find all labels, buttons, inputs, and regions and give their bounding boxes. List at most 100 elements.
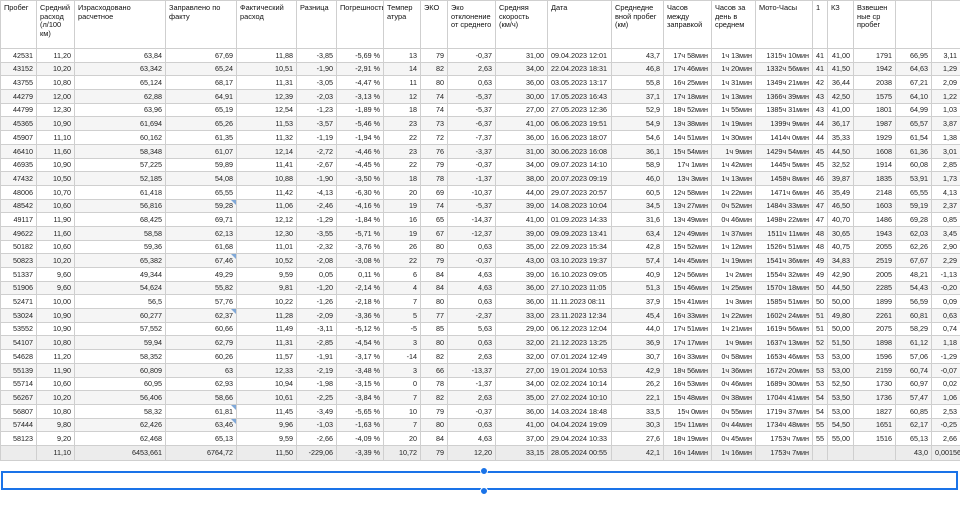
table-cell[interactable]: 06.06.2023 19:51 — [547, 116, 612, 132]
totals-cell-empty[interactable] — [0, 444, 37, 461]
table-cell[interactable]: 2,63 — [447, 61, 496, 77]
table-cell[interactable]: 1,06 — [931, 390, 960, 405]
table-cell[interactable]: 1689ч 30мин — [755, 376, 813, 392]
table-cell[interactable]: 36,00 — [495, 403, 548, 419]
column-header[interactable]: Пробег — [0, 0, 37, 49]
table-cell[interactable]: 1899 — [853, 294, 896, 310]
table-cell[interactable]: 55714 — [0, 376, 37, 392]
table-cell[interactable]: 10,90 — [36, 321, 75, 337]
table-cell[interactable]: -4,47 % — [336, 75, 384, 91]
table-cell[interactable]: 60,08 — [895, 157, 932, 173]
table-cell[interactable]: 79 — [420, 253, 448, 268]
table-cell[interactable]: 18ч 19мин — [663, 431, 712, 446]
table-cell[interactable]: 62,426 — [74, 417, 166, 433]
table-cell[interactable]: 52471 — [0, 294, 37, 310]
table-row[interactable]: 54107 10,80 59,94 62,79 11,31 -2,85 -4,54 % 3 80… — [0, 335, 960, 351]
table-cell[interactable]: 1ч 13мин — [711, 89, 756, 104]
table-cell[interactable]: -2,03 — [296, 89, 337, 104]
table-cell[interactable]: 36,44 — [827, 75, 854, 91]
table-cell[interactable]: 55 — [812, 431, 828, 446]
table-cell[interactable]: -1,98 — [296, 376, 337, 392]
table-cell[interactable]: 4,63 — [447, 280, 496, 296]
table-cell[interactable]: 58,58 — [74, 225, 166, 241]
table-cell[interactable]: 13ч 3мин — [663, 171, 712, 186]
table-cell[interactable]: 11 — [383, 75, 421, 91]
table-cell[interactable]: 4,13 — [931, 184, 960, 200]
table-row[interactable]: 56807 10,80 58,32 61,81 11,45 -3,49 -5,65 % 10 7… — [0, 403, 960, 419]
table-cell[interactable]: 42 — [812, 75, 828, 91]
table-cell[interactable]: -5,71 % — [336, 225, 384, 241]
totals-cell[interactable]: 12,20 — [447, 444, 496, 461]
table-cell[interactable]: 10,90 — [36, 308, 75, 323]
table-cell[interactable]: 10,50 — [36, 171, 75, 186]
table-cell[interactable]: 1ч 37мин — [711, 225, 756, 241]
table-cell[interactable]: 2,85 — [931, 157, 960, 173]
table-cell[interactable]: 1ч 36мин — [711, 362, 756, 378]
table-cell[interactable]: 9,59 — [236, 431, 297, 446]
column-header[interactable]: Заправлено по факту — [165, 0, 237, 49]
table-cell[interactable]: 61,81 — [165, 403, 237, 419]
table-cell[interactable]: -4,45 % — [336, 157, 384, 173]
table-cell[interactable]: -3,05 — [296, 75, 337, 91]
table-cell[interactable]: 79 — [420, 48, 448, 63]
table-cell[interactable]: 0ч 46мин — [711, 212, 756, 227]
table-cell[interactable]: 4 — [383, 280, 421, 296]
table-cell[interactable]: 1315ч 10мин — [755, 48, 813, 63]
table-cell[interactable]: 1ч 55мин — [711, 102, 756, 118]
table-cell[interactable]: 42,90 — [827, 267, 854, 282]
table-cell[interactable]: 11,28 — [236, 308, 297, 323]
table-cell[interactable]: 16ч 33мин — [663, 349, 712, 364]
table-cell[interactable]: 1486 — [853, 212, 896, 227]
table-cell[interactable]: 84 — [420, 431, 448, 446]
table-cell[interactable]: 33,5 — [611, 403, 664, 419]
table-cell[interactable]: 64,10 — [895, 89, 932, 104]
table-cell[interactable]: 49 — [812, 253, 828, 268]
table-cell[interactable]: 12 — [383, 89, 421, 104]
table-cell[interactable]: 1602ч 24мин — [755, 308, 813, 323]
table-cell[interactable]: 46410 — [0, 143, 37, 159]
table-cell[interactable]: 1ч 9мин — [711, 335, 756, 351]
table-cell[interactable]: -3,11 — [296, 321, 337, 337]
table-cell[interactable]: 10,88 — [236, 171, 297, 186]
table-cell[interactable]: 27.02.2024 10:10 — [547, 390, 612, 405]
table-cell[interactable]: 36,00 — [495, 130, 548, 145]
table-cell[interactable]: 1399ч 9мин — [755, 116, 813, 132]
table-row[interactable]: 48542 10,60 56,816 59,28 11,06 -2,46 -4,16 % 19… — [0, 198, 960, 214]
table-cell[interactable]: 14.03.2024 18:48 — [547, 403, 612, 419]
table-cell[interactable]: 11,20 — [36, 349, 75, 364]
table-cell[interactable]: 60,85 — [895, 403, 932, 419]
table-cell[interactable]: 1942 — [853, 61, 896, 77]
table-cell[interactable]: 60,26 — [165, 349, 237, 364]
table-cell[interactable]: -3,85 — [296, 48, 337, 63]
table-cell[interactable]: 1791 — [853, 48, 896, 63]
table-cell[interactable]: 41,00 — [495, 116, 548, 132]
table-cell[interactable]: 31,00 — [495, 143, 548, 159]
totals-cell[interactable]: 42,1 — [611, 444, 664, 461]
table-cell[interactable]: 1ч 30мин — [711, 130, 756, 145]
table-cell[interactable]: 2,63 — [447, 349, 496, 364]
table-cell[interactable]: 16 — [383, 212, 421, 227]
table-cell[interactable]: 41 — [812, 48, 828, 63]
table-cell[interactable]: 11,57 — [236, 349, 297, 364]
table-cell[interactable]: 1,18 — [931, 335, 960, 351]
table-cell[interactable]: 62,03 — [895, 225, 932, 241]
table-cell[interactable]: -3,48 % — [336, 362, 384, 378]
table-cell[interactable]: 17.05.2023 16:43 — [547, 89, 612, 104]
table-cell[interactable]: 10,20 — [36, 390, 75, 405]
table-cell[interactable]: 43 — [812, 89, 828, 104]
table-cell[interactable]: 80 — [420, 417, 448, 433]
table-cell[interactable]: 56,406 — [74, 390, 166, 405]
table-cell[interactable]: -14,37 — [447, 212, 496, 227]
table-cell[interactable]: 52,185 — [74, 171, 166, 186]
table-cell[interactable]: 57,06 — [895, 349, 932, 364]
table-cell[interactable]: 0,63 — [447, 75, 496, 91]
table-cell[interactable]: 2,90 — [931, 239, 960, 255]
table-cell[interactable]: 1458ч 8мин — [755, 171, 813, 186]
table-cell[interactable]: 10,22 — [236, 294, 297, 310]
table-cell[interactable]: 43,7 — [611, 48, 664, 63]
table-cell[interactable]: 10,90 — [36, 157, 75, 173]
totals-cell[interactable] — [853, 444, 896, 461]
table-cell[interactable]: 63,4 — [611, 225, 664, 241]
totals-cell[interactable] — [812, 444, 828, 461]
table-row[interactable]: 47432 10,50 52,185 54,08 10,88 -1,90 -3,50 % 18… — [0, 171, 960, 186]
